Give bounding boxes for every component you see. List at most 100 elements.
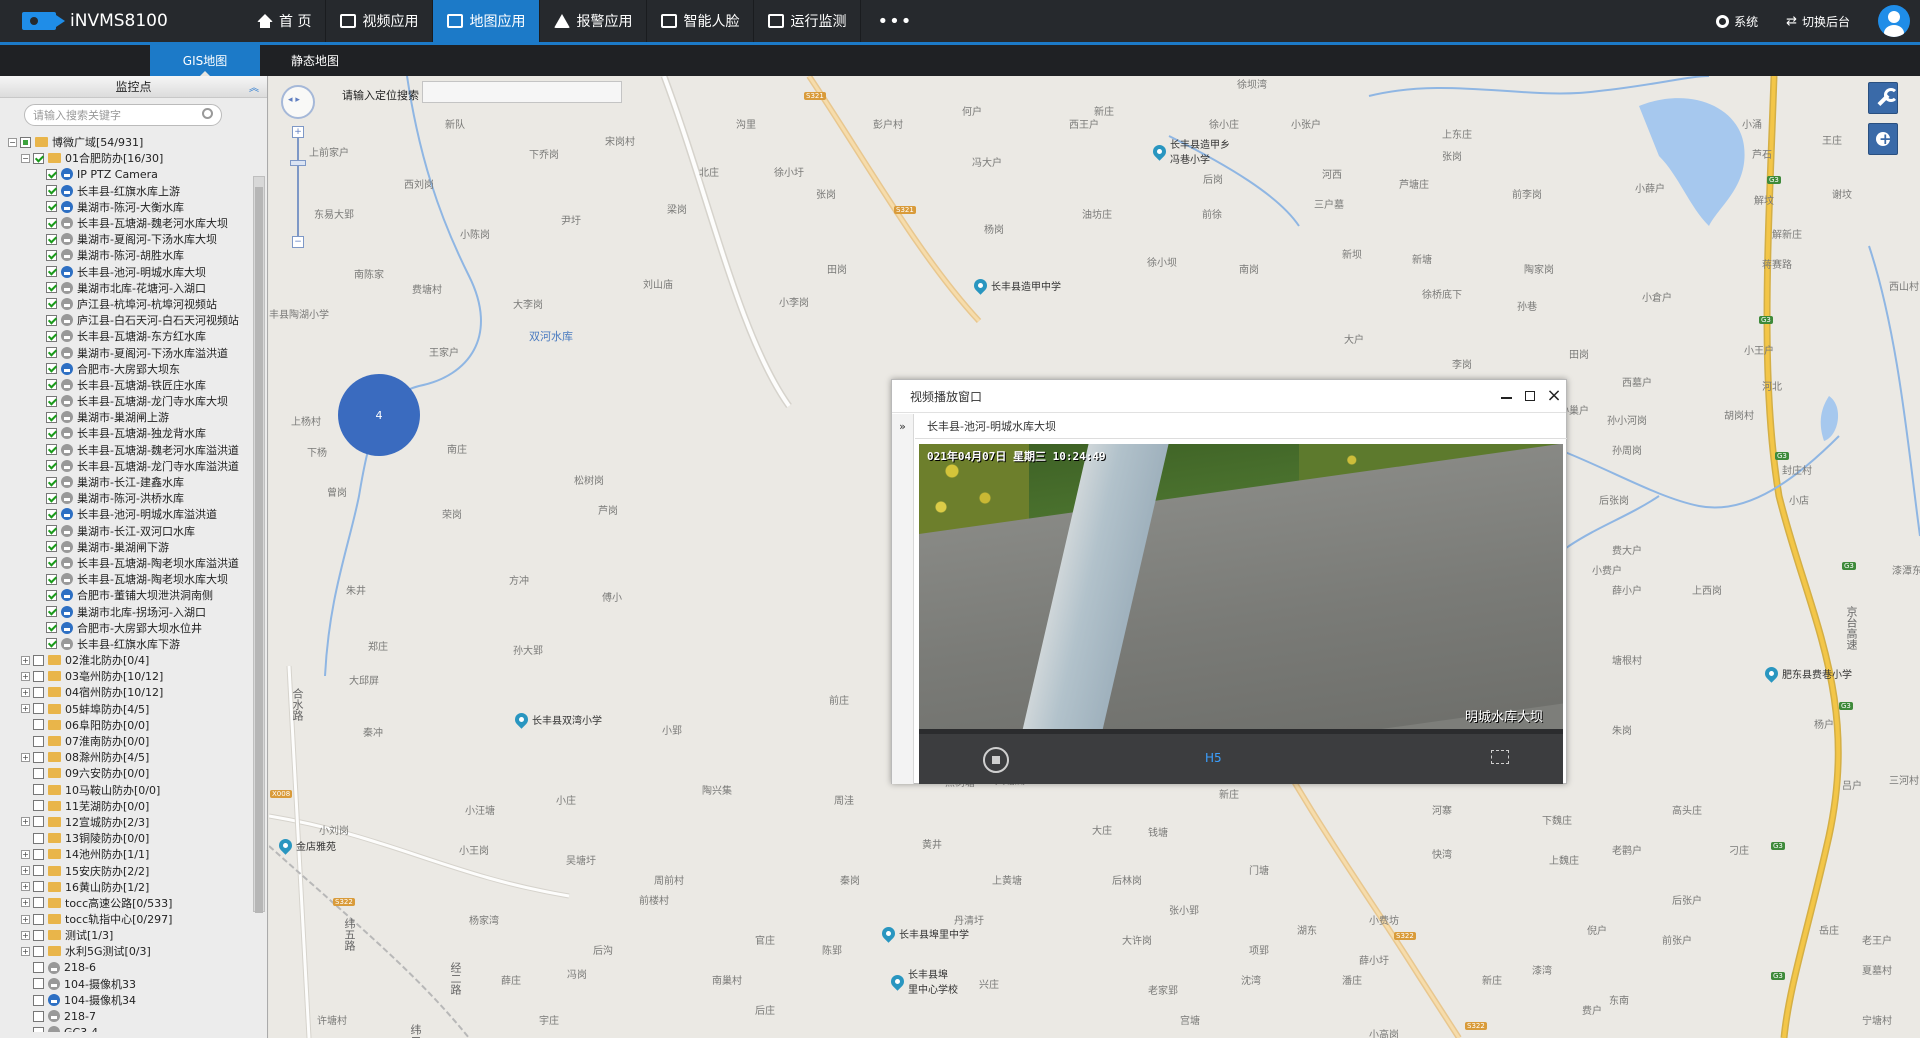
tree-checkbox[interactable] [46, 411, 57, 423]
h5-mode-label[interactable]: H5 [1205, 751, 1222, 765]
add-icon[interactable] [1868, 123, 1898, 155]
tab-static-map[interactable]: 静态地图 [260, 45, 370, 76]
locate-search-input[interactable] [422, 81, 622, 103]
tree-item[interactable]: 218-6 [8, 960, 252, 976]
tree-checkbox[interactable] [33, 962, 44, 974]
tree-item[interactable]: 庐江县-杭埠河-杭埠河视频站 [8, 296, 252, 312]
gis-map[interactable]: 新队 上前家户 西刘岗 下乔岗 宋岗村 沟里 彭户村 何户 新庄 西王户 徐小庄 小张户 徐坝湾 上东庄北… [269, 76, 1920, 1038]
nav-alarm-app[interactable]: 报警应用 [540, 0, 648, 42]
expand-icon[interactable]: + [21, 655, 30, 665]
tree-checkbox[interactable] [33, 881, 44, 893]
tree-checkbox[interactable] [46, 363, 57, 375]
stop-icon[interactable] [983, 747, 1009, 773]
tree-item[interactable]: +14池州防办[1/1] [8, 846, 252, 862]
tree-checkbox[interactable] [46, 168, 57, 180]
tree-checkbox[interactable] [33, 865, 44, 877]
tree-item[interactable]: 巢湖市-陈河-胡胜水库 [8, 247, 252, 263]
tree-checkbox[interactable] [46, 476, 57, 488]
tree-item[interactable]: 09六安防办[0/0] [8, 765, 252, 781]
tree-checkbox[interactable] [46, 347, 57, 359]
system-button[interactable]: 系统 [1716, 13, 1758, 30]
video-view[interactable]: 021年04月07日 星期三 10:24:49 明城水库大坝 [919, 444, 1563, 729]
expand-icon[interactable]: + [21, 687, 30, 697]
zoom-out-button[interactable]: − [292, 236, 304, 248]
tree-item[interactable]: 长丰县-瓦塘湖-东方红水库 [8, 328, 252, 344]
tree-checkbox[interactable] [20, 136, 31, 148]
zoom-slider-handle[interactable] [290, 160, 306, 166]
tree-item[interactable]: 巢湖市-陈河-大衡水库 [8, 199, 252, 215]
tree-item[interactable]: 长丰县-红旗水库下游 [8, 636, 252, 652]
tree-checkbox[interactable] [33, 832, 44, 844]
tree-item[interactable]: 巢湖市-巢湖闸下游 [8, 539, 252, 555]
expand-icon[interactable]: + [21, 930, 30, 940]
minimize-button[interactable] [1494, 385, 1518, 407]
tree-checkbox[interactable] [46, 185, 57, 197]
expand-icon[interactable]: + [21, 704, 30, 714]
tree-checkbox[interactable] [46, 217, 57, 229]
tree-item[interactable]: 104-摄像机33 [8, 976, 252, 992]
expand-icon[interactable]: + [21, 671, 30, 681]
switch-backend-button[interactable]: ⇄ 切换后台 [1786, 13, 1850, 30]
poi-marker[interactable]: 长丰县双湾小学 [512, 710, 602, 729]
tree-item[interactable]: +05蚌埠防办[4/5] [8, 701, 252, 717]
tree-item[interactable]: + tocc高速公路[0/533] [8, 895, 252, 911]
tree-checkbox[interactable] [46, 314, 57, 326]
tab-gis-map[interactable]: GIS地图 [150, 45, 260, 76]
collapse-tree-icon[interactable]: − [21, 153, 30, 163]
tree-checkbox[interactable] [33, 784, 44, 796]
fullscreen-icon[interactable] [1491, 750, 1509, 764]
tree-checkbox[interactable] [33, 945, 44, 957]
tree-item[interactable]: +02淮北防办[0/4] [8, 652, 252, 668]
tree-item[interactable]: 巢湖市-夏阁河-下汤水库大坝 [8, 231, 252, 247]
tree-item[interactable]: +04宿州防办[10/12] [8, 684, 252, 700]
poi-marker[interactable]: 长丰县造甲中学 [971, 276, 1061, 295]
poi-marker[interactable]: 长丰县埠里中学 [879, 924, 969, 943]
tree-item[interactable]: + 测试[1/3] [8, 927, 252, 943]
zoom-track[interactable] [297, 136, 299, 240]
expand-icon[interactable]: + [21, 752, 30, 762]
poi-marker[interactable]: 长丰县埠 里中心学校 [888, 966, 958, 996]
tree-checkbox[interactable] [33, 152, 44, 164]
tree-checkbox[interactable] [46, 282, 57, 294]
pan-control[interactable] [281, 85, 315, 119]
tree-checkbox[interactable] [46, 379, 57, 391]
tree-item[interactable]: 长丰县-瓦塘湖-铁匠庄水库 [8, 377, 252, 393]
tree-item[interactable]: 11芜湖防办[0/0] [8, 798, 252, 814]
tree-item[interactable]: 巢湖市-巢湖闸上游 [8, 409, 252, 425]
tree-item[interactable]: 合肥市-董铺大坝泄洪洞南侧 [8, 587, 252, 603]
tree-item[interactable]: 长丰县-池河-明城水库大坝 [8, 264, 252, 280]
tree-checkbox[interactable] [33, 719, 44, 731]
nav-face[interactable]: 智能人脸 [647, 0, 755, 42]
tree-item[interactable]: 长丰县-瓦塘湖-陶老坝水库大坝 [8, 571, 252, 587]
tree-item[interactable]: +03亳州防办[10/12] [8, 668, 252, 684]
tree-item[interactable]: 长丰县-瓦塘湖-陶老坝水库溢洪道 [8, 555, 252, 571]
tree-item[interactable]: 13铜陵防办[0/0] [8, 830, 252, 846]
tree-checkbox[interactable] [33, 913, 44, 925]
tree-checkbox[interactable] [33, 848, 44, 860]
tree-checkbox[interactable] [46, 249, 57, 261]
poi-marker[interactable]: 金店雅苑 [276, 836, 336, 855]
tree-checkbox[interactable] [46, 541, 57, 553]
tree-checkbox[interactable] [46, 427, 57, 439]
maximize-button[interactable] [1518, 385, 1542, 407]
tree-item[interactable]: 庐江县-白石天河-白石天河视频站 [8, 312, 252, 328]
tree-checkbox[interactable] [46, 525, 57, 537]
tree-item[interactable]: 长丰县-瓦塘湖-龙门寺水库大坝 [8, 393, 252, 409]
scrollbar-thumb[interactable] [255, 187, 263, 913]
tree-item[interactable]: 长丰县-池河-明城水库溢洪道 [8, 506, 252, 522]
tree-item[interactable]: 长丰县-红旗水库上游 [8, 183, 252, 199]
tree-checkbox[interactable] [33, 1010, 44, 1022]
nav-home[interactable]: 首 页 [243, 0, 327, 42]
expand-icon[interactable]: + [21, 817, 30, 827]
expand-icon[interactable]: + [21, 914, 30, 924]
tree-item[interactable]: 合肥市-大房郢大坝水位井 [8, 620, 252, 636]
tree-item[interactable]: 长丰县-瓦塘湖-魏老河水库溢洪道 [8, 442, 252, 458]
tree-item[interactable]: +15安庆防办[2/2] [8, 862, 252, 878]
tree-item[interactable]: 巢湖市-陈河-洪桥水库 [8, 490, 252, 506]
tree-checkbox[interactable] [33, 800, 44, 812]
close-button[interactable]: × [1542, 385, 1566, 407]
search-icon[interactable] [202, 108, 213, 119]
tree-checkbox[interactable] [33, 929, 44, 941]
tree-item[interactable]: +08滁州防办[4/5] [8, 749, 252, 765]
tree-checkbox[interactable] [33, 767, 44, 779]
